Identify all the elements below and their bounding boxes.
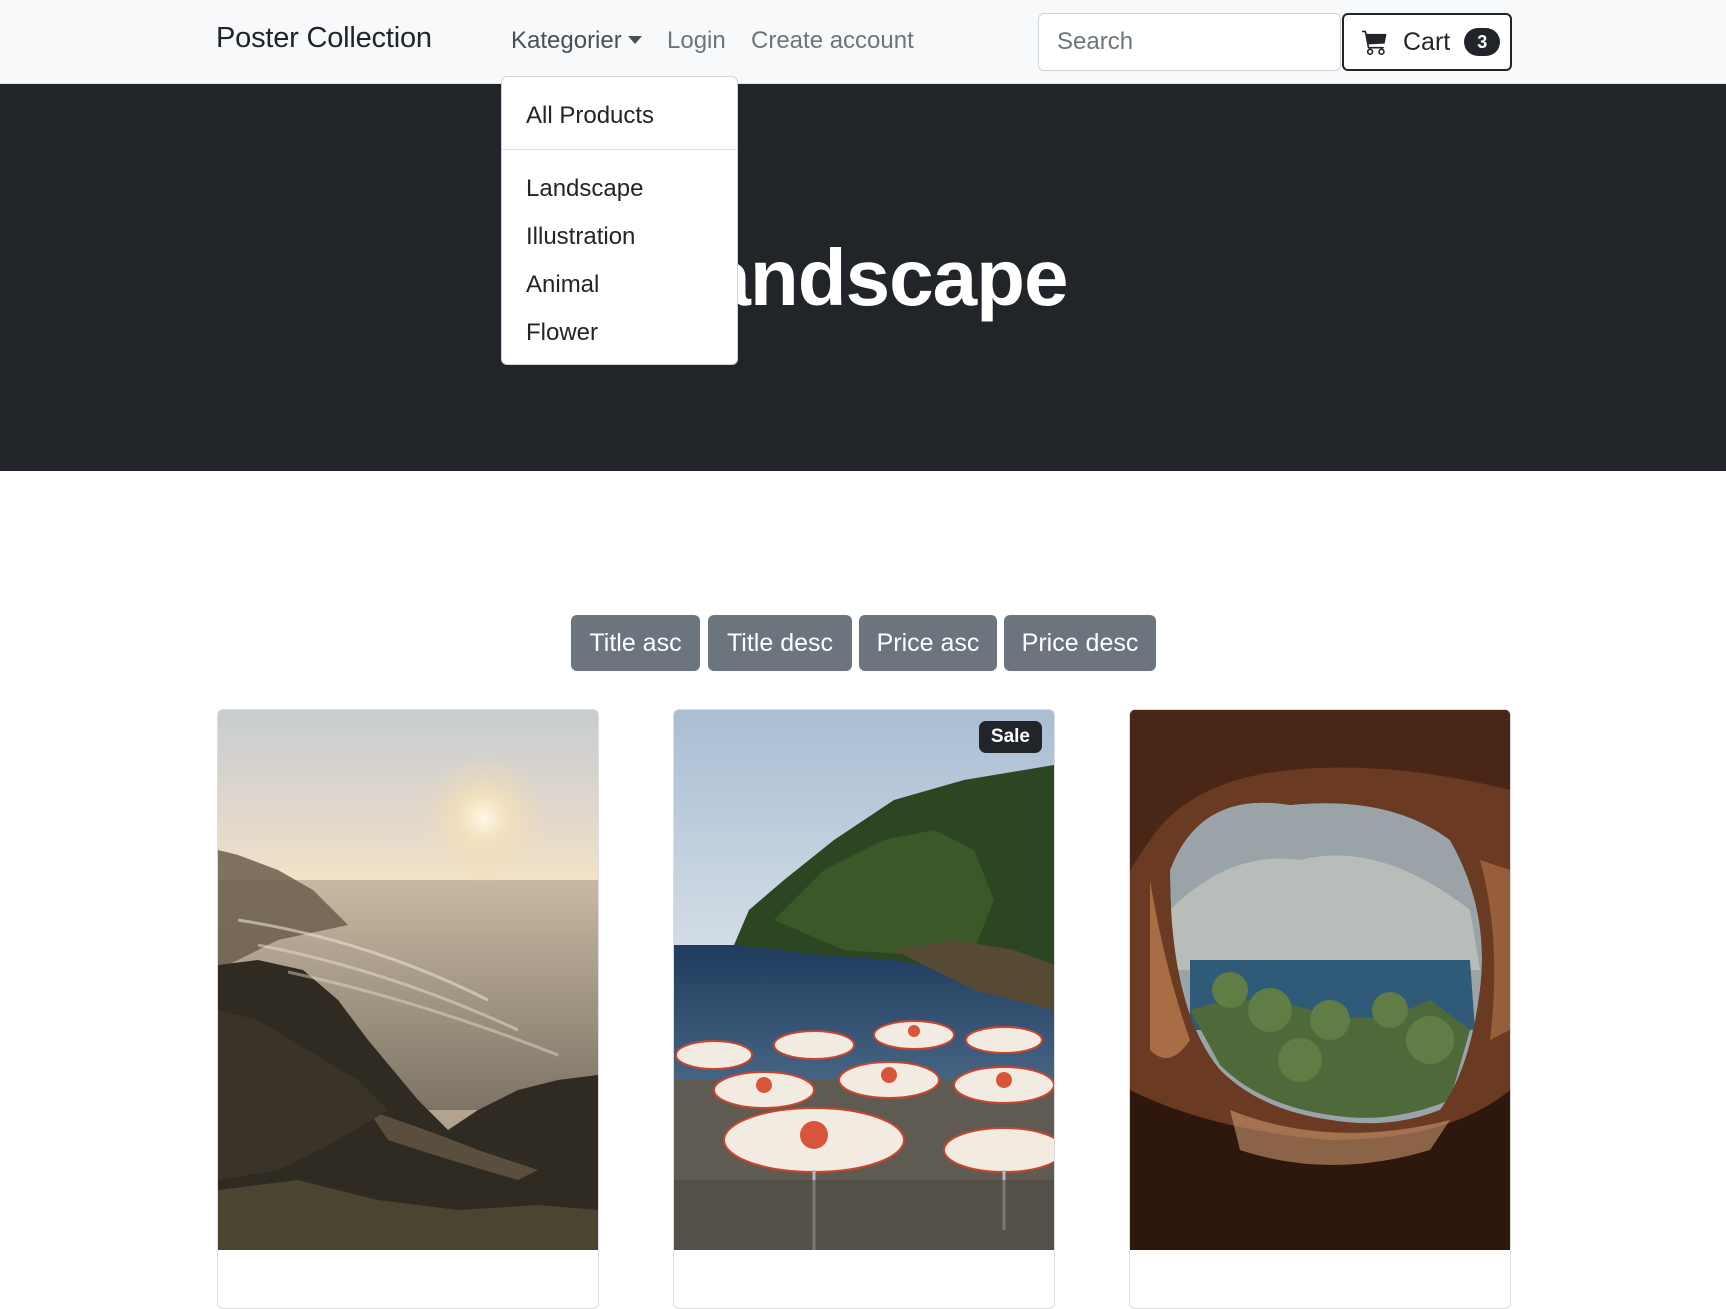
dropdown-item-all-products[interactable]: All Products: [526, 102, 654, 130]
sort-price-asc-button[interactable]: Price asc: [859, 615, 997, 671]
dropdown-divider: [502, 149, 737, 150]
sort-price-desc-button[interactable]: Price desc: [1004, 615, 1156, 671]
sort-title-desc-button[interactable]: Title desc: [708, 615, 852, 671]
dropdown-item-animal[interactable]: Animal: [526, 271, 599, 299]
dropdown-item-landscape[interactable]: Landscape: [526, 175, 643, 203]
sale-badge: Sale: [978, 721, 1042, 753]
beach-umbrellas-image: [674, 710, 1054, 1250]
navbar: Poster Collection Kategorier Login Creat…: [0, 0, 1726, 84]
hero-banner: Landscape: [0, 84, 1726, 471]
product-card[interactable]: [1129, 709, 1511, 1309]
dropdown-item-illustration[interactable]: Illustration: [526, 223, 635, 251]
cart-button[interactable]: Cart 3: [1342, 13, 1512, 71]
cart-icon: [1362, 30, 1387, 55]
product-card[interactable]: [217, 709, 599, 1309]
login-link[interactable]: Login: [667, 27, 726, 55]
cart-count-badge: 3: [1464, 28, 1501, 56]
cart-label: Cart: [1403, 27, 1451, 56]
categories-dropdown-label: Kategorier: [511, 27, 622, 54]
categories-dropdown-toggle[interactable]: Kategorier: [511, 27, 642, 55]
sort-title-asc-button[interactable]: Title asc: [571, 615, 700, 671]
page-title: Landscape: [658, 233, 1069, 322]
categories-dropdown-menu: All Products Landscape Illustration Anim…: [501, 76, 738, 365]
cave-view-image: [1130, 710, 1510, 1250]
caret-down-icon: [627, 35, 642, 44]
dropdown-item-flower[interactable]: Flower: [526, 319, 598, 347]
create-account-link[interactable]: Create account: [751, 27, 914, 55]
brand-link[interactable]: Poster Collection: [216, 22, 432, 55]
product-card[interactable]: Sale: [673, 709, 1055, 1309]
search-input[interactable]: [1038, 13, 1341, 71]
sunset-coast-image: [218, 710, 598, 1250]
